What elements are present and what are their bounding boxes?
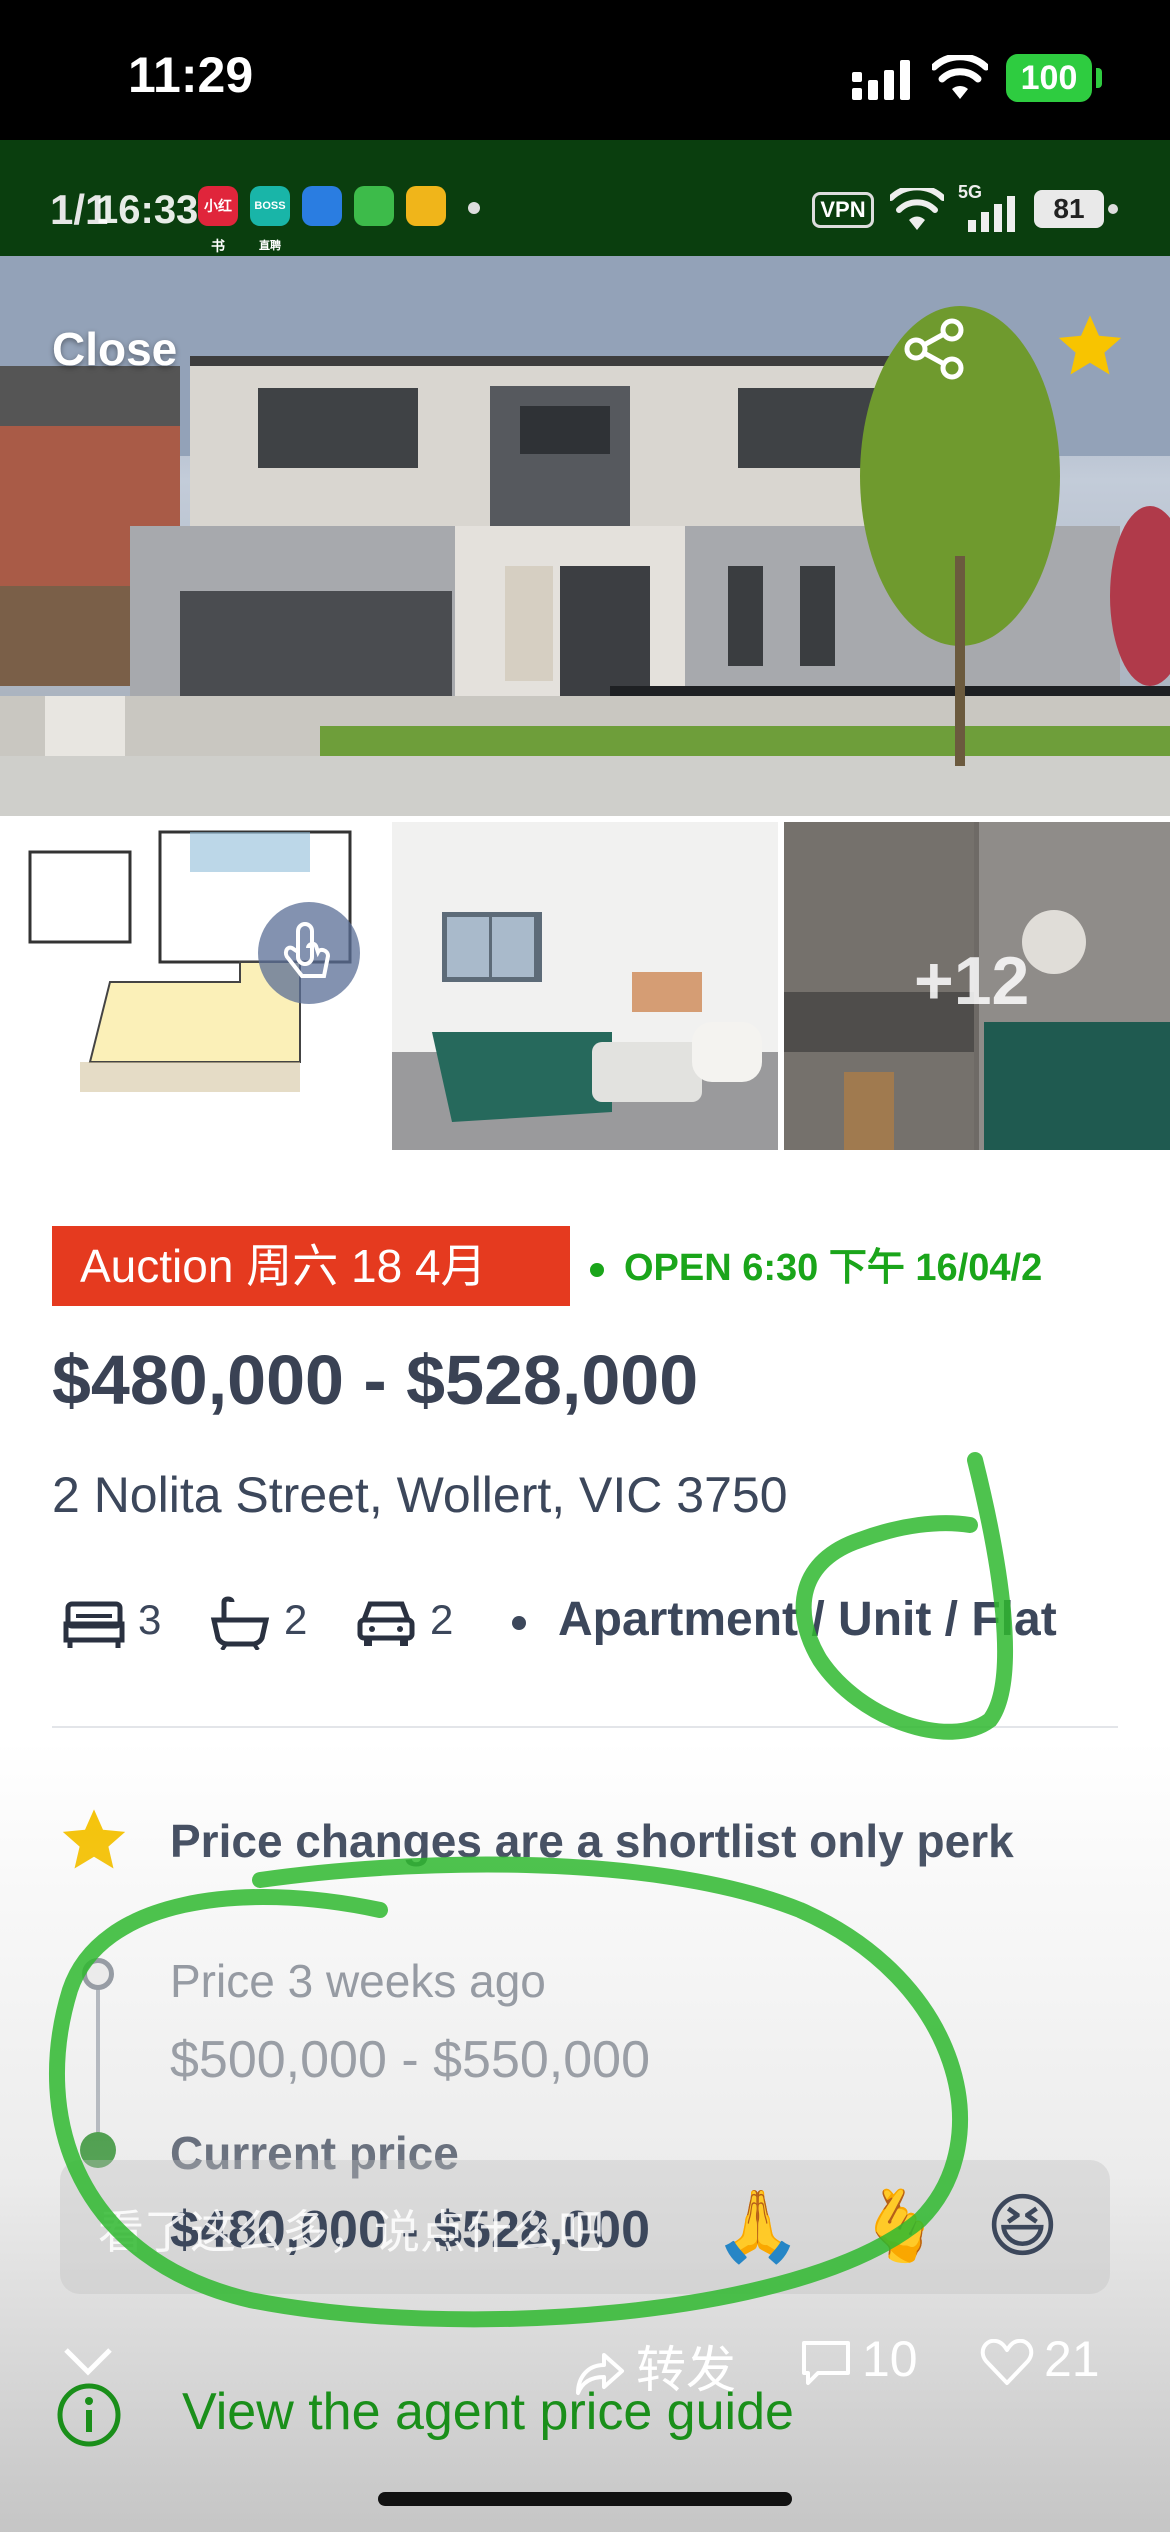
bed-icon <box>63 1601 125 1648</box>
status-time: 11:29 <box>128 47 254 103</box>
open-inspection[interactable]: OPEN 6:30 下午 16/04/2 <box>590 1236 1170 1291</box>
emoji-heart-hands[interactable]: 🫰 <box>856 2184 943 2268</box>
agent-price-guide-link[interactable]: View the agent price guide <box>182 2382 794 2442</box>
embedded-time: 16:33 <box>96 188 199 232</box>
chevron-down-icon[interactable] <box>62 2346 114 2376</box>
weibo-app-icon <box>406 186 446 226</box>
xiaohongshu-app-icon: 小红书 <box>198 186 238 254</box>
property-features: 3 2 2 Apartment / Unit / Flat <box>52 1590 1152 1660</box>
comment-placeholder: 看了这么多，说点什么吧 <box>98 2206 604 2258</box>
section-divider <box>52 1726 1118 1728</box>
wifi-icon <box>932 55 988 99</box>
living-room-thumbnail[interactable] <box>392 822 778 1150</box>
previous-price-label: Price 3 weeks ago <box>170 1955 546 2007</box>
comment-icon <box>802 2340 850 2385</box>
embedded-battery-icon: 81 <box>1034 190 1104 228</box>
living-room-image <box>392 822 778 1150</box>
previous-price-marker <box>82 1958 114 1990</box>
bathroom-count: 2 <box>284 1596 308 1643</box>
embedded-status-bar: 1/1 16:33 小红书 BOSS直聘 VPN 5G 81 <box>0 140 1170 256</box>
info-icon <box>57 2383 121 2447</box>
tap-gesture-badge <box>258 902 360 1004</box>
heart-icon <box>980 2338 1034 2385</box>
perk-message: Price changes are a shortlist only perk <box>170 1815 1014 1867</box>
more-photos-count: +12 <box>914 943 1030 1019</box>
parking-count: 2 <box>430 1596 454 1643</box>
bedroom-count: 3 <box>138 1596 162 1643</box>
battery-tip <box>1096 68 1102 88</box>
comment-button[interactable]: 10 <box>800 2330 918 2388</box>
bath-icon <box>210 1596 270 1650</box>
property-hero-photo[interactable]: Close <box>0 256 1170 816</box>
status-bar: 11:29 100 <box>0 0 1170 140</box>
battery-icon: 100 <box>1006 54 1092 102</box>
auction-badge: Auction 周六 18 4月 <box>52 1226 570 1306</box>
emoji-laughing[interactable]: 😆 <box>986 2184 1059 2268</box>
comment-count: 10 <box>862 2331 918 2387</box>
home-indicator[interactable] <box>378 2492 792 2506</box>
like-button[interactable]: 21 <box>980 2330 1100 2388</box>
browser-app-icon <box>302 186 342 226</box>
perk-star-icon <box>62 1809 126 1869</box>
shortlist-star-icon[interactable] <box>1054 310 1126 382</box>
open-inspection-text: OPEN 6:30 下午 16/04/2 <box>624 1247 1043 1289</box>
more-photos-thumbnail[interactable]: +12 <box>784 822 1170 1150</box>
embedded-wifi-icon <box>890 188 944 230</box>
floorplan-thumbnail[interactable] <box>0 822 386 1150</box>
open-status-dot <box>590 1262 604 1277</box>
messages-app-icon <box>354 186 394 226</box>
like-count: 21 <box>1044 2331 1100 2387</box>
hand-pointer-icon <box>283 922 331 978</box>
share-icon[interactable] <box>902 316 968 382</box>
close-button[interactable]: Close <box>52 322 177 376</box>
notification-dot <box>468 202 480 214</box>
listing-price: $480,000 - $528,000 <box>52 1341 699 1419</box>
car-icon <box>357 1601 415 1646</box>
property-type: Apartment / Unit / Flat <box>558 1593 1057 1646</box>
property-address: 2 Nolita Street, Wollert, VIC 3750 <box>52 1467 788 1523</box>
cellular-signal-icon <box>852 60 910 100</box>
boss-app-icon: BOSS直聘 <box>250 186 290 252</box>
embedded-dot <box>1108 204 1118 214</box>
vpn-badge: VPN <box>812 192 874 228</box>
previous-price-value: $500,000 - $550,000 <box>170 2031 650 2089</box>
embedded-signal-icon <box>968 196 1015 232</box>
photo-thumbnails: +12 <box>0 822 1170 1150</box>
feature-separator-dot <box>512 1616 526 1630</box>
emoji-pray[interactable]: 🙏 <box>714 2184 801 2268</box>
price-timeline-line <box>96 1978 100 2154</box>
